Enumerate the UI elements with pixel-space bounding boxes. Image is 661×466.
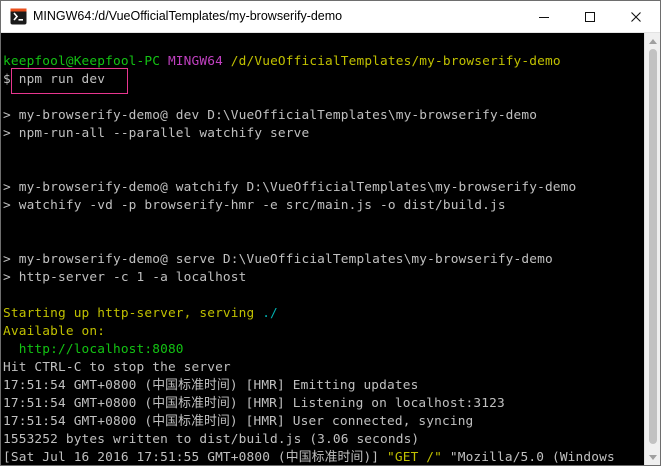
output-line: > http-server -c 1 -a localhost: [3, 270, 247, 285]
chevron-up-icon: [649, 38, 657, 44]
scroll-track[interactable]: [645, 49, 660, 449]
prompt-shell: MINGW64: [167, 54, 223, 69]
output-line: > my-browserify-demo@ serve D:\VueOffici…: [3, 252, 553, 267]
maximize-icon: [585, 11, 595, 22]
request-method: "GET /": [387, 450, 442, 465]
request-suffix: "Mozilla/5.0 (Windows: [442, 450, 615, 465]
output-line: > my-browserify-demo@ dev D:\VueOfficial…: [3, 108, 538, 123]
log-line: 17:51:54 GMT+0800 (中国标准时间) [HMR] Listeni…: [3, 396, 505, 411]
close-button[interactable]: [613, 1, 659, 32]
chevron-down-icon: [649, 454, 657, 460]
server-serving-path: ./: [262, 306, 278, 321]
server-available-label: Available on:: [3, 324, 106, 339]
close-icon: [631, 11, 641, 22]
prompt-user: keepfool@Keepfool-PC: [3, 54, 161, 69]
scroll-down-button[interactable]: [645, 449, 660, 465]
server-hint: Hit CTRL-C to stop the server: [3, 360, 231, 375]
server-url[interactable]: http://localhost:8080: [3, 341, 184, 359]
vertical-scrollbar[interactable]: [644, 33, 660, 465]
request-prefix: [Sat Jul 16 2016 17:51:55 GMT+0800 (中国标准…: [3, 450, 388, 465]
output-line: > watchify -vd -p browserify-hmr -e src/…: [3, 198, 506, 213]
window-title: MINGW64:/d/VueOfficialTemplates/my-brows…: [33, 9, 343, 23]
prompt-path: /d/VueOfficialTemplates/my-browserify-de…: [230, 54, 561, 69]
log-line: 17:51:54 GMT+0800 (中国标准时间) [HMR] User co…: [3, 414, 474, 429]
scroll-up-button[interactable]: [645, 33, 660, 49]
log-line: 17:51:54 GMT+0800 (中国标准时间) [HMR] Emittin…: [3, 378, 419, 393]
terminal-output[interactable]: keepfool@Keepfool-PC MINGW64 /d/VueOffic…: [1, 33, 644, 465]
maximize-button[interactable]: [567, 1, 613, 32]
title-bar[interactable]: MINGW64:/d/VueOfficialTemplates/my-brows…: [1, 1, 660, 33]
server-starting-line: Starting up http-server, serving ./: [3, 305, 278, 323]
command-highlight-box: [11, 68, 128, 94]
terminal-window: MINGW64:/d/VueOfficialTemplates/my-brows…: [0, 0, 661, 466]
server-starting-text: Starting up http-server, serving: [3, 306, 263, 321]
git-bash-icon: [10, 8, 27, 25]
output-line: > my-browserify-demo@ watchify D:\VueOff…: [3, 180, 577, 195]
minimize-icon: [539, 16, 549, 18]
log-line: 1553252 bytes written to dist/build.js (…: [3, 432, 420, 447]
request-log-line: [Sat Jul 16 2016 17:51:55 GMT+0800 (中国标准…: [3, 449, 615, 465]
scroll-thumb[interactable]: [649, 49, 657, 444]
output-line: > npm-run-all --parallel watchify serve: [3, 126, 310, 141]
minimize-button[interactable]: [521, 1, 567, 32]
